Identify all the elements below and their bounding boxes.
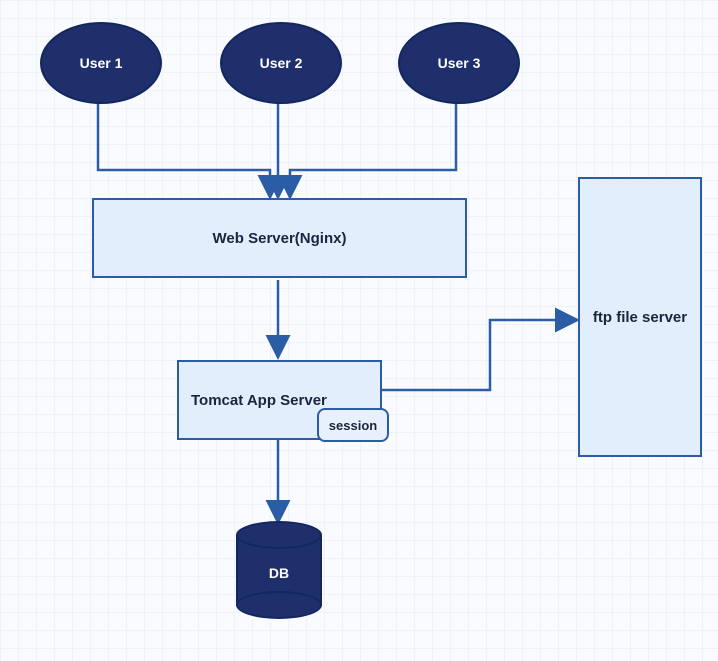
- db-label: DB: [236, 565, 322, 581]
- diagram-canvas: User 1 User 2 User 3 Web Server(Nginx) T…: [0, 0, 718, 661]
- node-ftp-server: ftp file server: [578, 177, 702, 457]
- node-user-2: User 2: [220, 22, 342, 104]
- user-3-label: User 3: [438, 55, 481, 71]
- user-2-label: User 2: [260, 55, 303, 71]
- node-user-1: User 1: [40, 22, 162, 104]
- node-db: DB: [236, 535, 322, 605]
- app-server-label: Tomcat App Server: [191, 392, 327, 409]
- node-user-3: User 3: [398, 22, 520, 104]
- web-server-label: Web Server(Nginx): [213, 230, 347, 247]
- user-1-label: User 1: [80, 55, 123, 71]
- node-web-server: Web Server(Nginx): [92, 198, 467, 278]
- node-session: session: [317, 408, 389, 442]
- ftp-server-label: ftp file server: [593, 309, 687, 326]
- session-label: session: [329, 418, 377, 433]
